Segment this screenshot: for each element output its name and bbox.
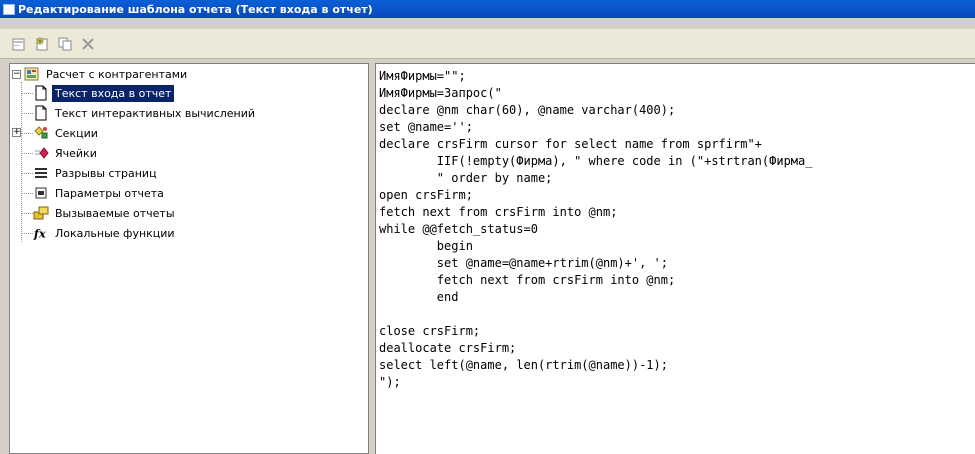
document-icon (33, 85, 49, 101)
add-icon[interactable] (32, 34, 51, 53)
sections-icon (33, 125, 49, 141)
tree-item-parameters[interactable]: Параметры отчета (33, 183, 167, 203)
cells-icon (33, 145, 49, 161)
code-line: begin (379, 239, 473, 253)
code-line: " order by name; (379, 171, 553, 185)
code-line: select left(@name, len(rtrim(@name))-1); (379, 358, 668, 372)
function-icon: fx (33, 225, 49, 241)
code-line: while @@fetch_status=0 (379, 222, 538, 236)
code-line: fetch next from crsFirm into @nm; (379, 273, 676, 287)
tree-item-page-breaks[interactable]: Разрывы страниц (33, 163, 160, 183)
tree-root-item[interactable]: Расчет с контрагентами (24, 64, 190, 84)
tree-item-label: Ячейки (55, 146, 97, 160)
code-editor[interactable]: ИмяФирмы=""; ИмяФирмы=Запрос(" declare @… (375, 63, 975, 454)
toolbar (0, 29, 975, 59)
code-line: ИмяФирмы=""; (379, 69, 466, 83)
code-line: end (379, 290, 459, 304)
tree-expand-toggle[interactable]: + (12, 128, 21, 137)
page-breaks-icon (33, 165, 49, 181)
code-line: fetch next from crsFirm into @nm; (379, 205, 618, 219)
tree-item-label: Разрывы страниц (55, 166, 157, 180)
copy-icon[interactable] (55, 34, 74, 53)
code-line: "); (379, 375, 401, 389)
code-line: set @name=''; (379, 120, 473, 134)
code-line: declare crsFirm cursor for select name f… (379, 137, 762, 151)
delete-icon[interactable] (78, 34, 97, 53)
tree-item-local-functions[interactable]: fx Локальные функции (33, 223, 178, 243)
report-icon (24, 66, 40, 82)
tree-item-label: Вызываемые отчеты (55, 206, 175, 220)
tree-item-label: Секции (55, 126, 98, 140)
tree-item-interactive-text[interactable]: Текст интерактивных вычислений (33, 103, 258, 123)
code-line: ИмяФирмы=Запрос(" (379, 86, 502, 100)
tree-item-label: Текст интерактивных вычислений (55, 106, 256, 120)
window-icon (3, 3, 15, 15)
code-line: declare @nm char(60), @name varchar(400)… (379, 103, 676, 117)
window-title: Редактирование шаблона отчета (Текст вхо… (18, 2, 373, 16)
code-line: deallocate crsFirm; (379, 341, 517, 355)
tree-item-entry-text[interactable]: Текст входа в отчет (33, 83, 175, 103)
document-icon (33, 105, 49, 121)
properties-icon[interactable] (9, 34, 28, 53)
code-line: close crsFirm; (379, 324, 481, 338)
tree-collapse-toggle[interactable]: − (12, 70, 21, 79)
tree-item-called-reports[interactable]: Вызываемые отчеты (33, 203, 178, 223)
parameters-icon (33, 185, 49, 201)
tree-item-cells[interactable]: Ячейки (33, 143, 100, 163)
window-titlebar: Редактирование шаблона отчета (Текст вхо… (0, 0, 975, 18)
tree-item-label: Параметры отчета (55, 186, 164, 200)
called-reports-icon (33, 205, 49, 221)
tree-root-label: Расчет с контрагентами (46, 67, 188, 81)
tree-item-label: Локальные функции (55, 226, 175, 240)
report-structure-tree: − Расчет с контрагентами Текст входа в о… (9, 63, 369, 454)
svg-text:fx: fx (33, 226, 46, 240)
code-line: set @name=@name+rtrim(@nm)+', '; (379, 256, 668, 270)
tree-item-label: Текст входа в отчет (52, 84, 175, 102)
code-line: open crsFirm; (379, 188, 473, 202)
tree-item-sections[interactable]: Секции (33, 123, 101, 143)
code-line: IIF(!empty(Фирма), " where code in ("+st… (379, 154, 813, 168)
